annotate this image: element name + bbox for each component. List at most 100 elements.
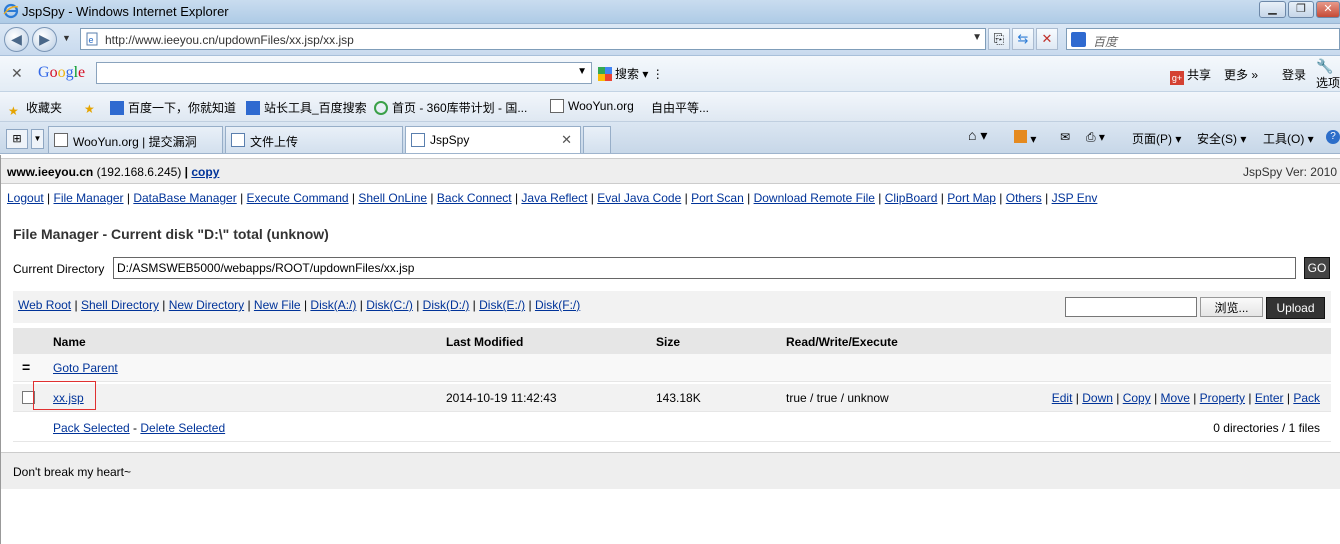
fav-item-zhanzhang[interactable]: 站长工具_百度搜索 xyxy=(246,99,367,116)
goto-parent-link[interactable]: Goto Parent xyxy=(53,361,118,375)
quicklink-web-root[interactable]: Web Root xyxy=(18,298,71,312)
tab-jspspy[interactable]: JspSpy ✕ xyxy=(405,126,581,153)
file-action-down[interactable]: Down xyxy=(1082,391,1113,405)
fav-item-freedom[interactable]: 自由平等... xyxy=(651,99,709,116)
fav-item-360[interactable]: 首页 - 360库带计划 - 国... xyxy=(374,99,527,116)
file-action-move[interactable]: Move xyxy=(1161,391,1190,405)
window-title: JspSpy - Windows Internet Explorer xyxy=(22,4,229,19)
file-action-copy[interactable]: Copy xyxy=(1123,391,1151,405)
google-search-button[interactable]: 搜索 ▾ ⋮ xyxy=(598,65,664,82)
column-last-modified: Last Modified xyxy=(446,335,524,349)
summary-text: 0 directories / 1 files xyxy=(1213,421,1320,435)
refresh-icon[interactable]: ⇆ xyxy=(1012,28,1034,50)
history-dropdown-icon[interactable]: ▼ xyxy=(62,33,71,43)
column-size: Size xyxy=(656,335,681,349)
file-action-edit[interactable]: Edit xyxy=(1052,391,1073,405)
favorites-button[interactable]: ★ 收藏夹 xyxy=(8,99,62,118)
menu-java-reflect[interactable]: Java Reflect xyxy=(521,191,587,205)
tab-wooyun[interactable]: WooYun.org | 提交漏洞 xyxy=(48,126,223,153)
feeds-icon[interactable]: ▾ xyxy=(1014,130,1036,146)
pack-selected-link[interactable]: Pack Selected xyxy=(53,421,130,435)
footer: Don't break my heart~ xyxy=(1,452,1340,489)
delete-selected-link[interactable]: Delete Selected xyxy=(140,421,225,435)
page-menu[interactable]: 页面(P) ▾ xyxy=(1132,130,1181,147)
stop-icon[interactable]: ✕ xyxy=(1036,28,1058,50)
fav-item-baidu[interactable]: 百度一下，你就知道 xyxy=(110,99,236,116)
menu-others[interactable]: Others xyxy=(1006,191,1042,205)
quicklink-disk-e[interactable]: Disk(E:/) xyxy=(479,298,525,312)
maximize-button[interactable]: ❐ xyxy=(1288,1,1314,18)
google-logo: Google xyxy=(38,64,86,81)
menu-file-manager[interactable]: File Manager xyxy=(54,191,124,205)
forward-button[interactable]: ▶ xyxy=(32,27,57,52)
url-dropdown-icon[interactable]: ▼ xyxy=(972,32,982,43)
quicklink-disk-a[interactable]: Disk(A:/) xyxy=(310,298,356,312)
browse-button[interactable]: 浏览... xyxy=(1200,297,1263,317)
more-button[interactable]: 更多 » xyxy=(1224,66,1258,83)
close-tab-icon[interactable]: ✕ xyxy=(561,132,572,148)
tab-upload[interactable]: 文件上传 xyxy=(225,126,403,153)
home-icon[interactable]: ⌂ ▾ xyxy=(968,127,987,144)
quick-tabs-icon[interactable]: ⊞ xyxy=(6,129,28,149)
file-action-enter[interactable]: Enter xyxy=(1255,391,1284,405)
quicklink-new-directory[interactable]: New Directory xyxy=(169,298,244,312)
gplus-icon: g+ xyxy=(1170,71,1184,85)
options-button[interactable]: 选项 xyxy=(1316,74,1340,91)
add-favorite-icon[interactable]: ★ xyxy=(84,99,102,116)
tab-list-dropdown-icon[interactable]: ▼ xyxy=(31,129,44,149)
quicklink-disk-c[interactable]: Disk(C:/) xyxy=(366,298,413,312)
url-text: http://www.ieeyou.cn/updownFiles/xx.jsp/… xyxy=(105,33,354,47)
help-icon[interactable]: ? xyxy=(1326,130,1340,144)
fav-item-wooyun[interactable]: WooYun.org xyxy=(550,99,634,113)
menu-execute-command[interactable]: Execute Command xyxy=(247,191,349,205)
page-title: File Manager - Current disk "D:\" total … xyxy=(13,226,329,242)
quicklink-new-file[interactable]: New File xyxy=(254,298,301,312)
search-field[interactable]: 百度 xyxy=(1066,28,1340,50)
file-action-pack[interactable]: Pack xyxy=(1293,391,1320,405)
share-button[interactable]: g+ 共享 xyxy=(1170,66,1211,85)
file-modified: 2014-10-19 11:42:43 xyxy=(446,391,557,405)
quicklink-disk-d[interactable]: Disk(D:/) xyxy=(423,298,470,312)
menu-port-map[interactable]: Port Map xyxy=(947,191,996,205)
file-table-header: Name Last Modified Size Read/Write/Execu… xyxy=(13,328,1331,354)
close-window-button[interactable]: ✕ xyxy=(1316,1,1340,18)
menu-port-scan[interactable]: Port Scan xyxy=(691,191,744,205)
file-action-property[interactable]: Property xyxy=(1200,391,1245,405)
go-button[interactable]: GO xyxy=(1304,257,1330,279)
login-button[interactable]: 登录 xyxy=(1282,66,1306,83)
new-tab-button[interactable] xyxy=(583,126,611,153)
menu-download-remote-file[interactable]: Download Remote File xyxy=(754,191,875,205)
wrench-icon[interactable]: 🔧 xyxy=(1316,58,1333,75)
close-toolbar-icon[interactable]: ✕ xyxy=(11,65,23,82)
back-button[interactable]: ◀ xyxy=(4,27,29,52)
tools-menu[interactable]: 工具(O) ▾ xyxy=(1263,130,1314,147)
upload-file-input[interactable] xyxy=(1065,297,1197,317)
quicklink-disk-f[interactable]: Disk(F:/) xyxy=(535,298,580,312)
menu-logout[interactable]: Logout xyxy=(7,191,44,205)
star-icon: ★ xyxy=(8,104,19,118)
menu-clipboard[interactable]: ClipBoard xyxy=(885,191,938,205)
table-row-parent: = Goto Parent xyxy=(13,354,1331,382)
menu-eval-java-code[interactable]: Eval Java Code xyxy=(597,191,681,205)
google-dropdown-icon[interactable]: ▼ xyxy=(577,66,587,77)
menu-database-manager[interactable]: DataBase Manager xyxy=(133,191,236,205)
safety-menu[interactable]: 安全(S) ▾ xyxy=(1197,130,1246,147)
print-icon[interactable]: ⎙ ▾ xyxy=(1086,130,1105,145)
menu-jsp-env[interactable]: JSP Env xyxy=(1052,191,1098,205)
quicklink-shell-directory[interactable]: Shell Directory xyxy=(81,298,159,312)
file-name-link[interactable]: xx.jsp xyxy=(53,391,84,405)
menu-shell-online[interactable]: Shell OnLine xyxy=(358,191,427,205)
google-icon xyxy=(598,67,612,81)
file-actions: Edit | Down | Copy | Move | Property | E… xyxy=(1051,391,1320,405)
url-field[interactable]: e http://www.ieeyou.cn/updownFiles/xx.js… xyxy=(80,28,986,50)
compatibility-view-icon[interactable]: ⎘ xyxy=(988,28,1010,50)
mail-icon[interactable]: ✉ xyxy=(1060,130,1070,144)
google-search-input[interactable]: ▼ xyxy=(96,62,592,84)
table-row: xx.jsp 2014-10-19 11:42:43 143.18K true … xyxy=(13,381,1331,412)
menu-back-connect[interactable]: Back Connect xyxy=(437,191,512,205)
current-directory-input[interactable] xyxy=(113,257,1296,279)
minimize-button[interactable]: ▁ xyxy=(1259,1,1286,18)
upload-button[interactable]: Upload xyxy=(1266,297,1325,319)
copy-link[interactable]: copy xyxy=(191,165,219,179)
search-icon xyxy=(374,101,388,115)
